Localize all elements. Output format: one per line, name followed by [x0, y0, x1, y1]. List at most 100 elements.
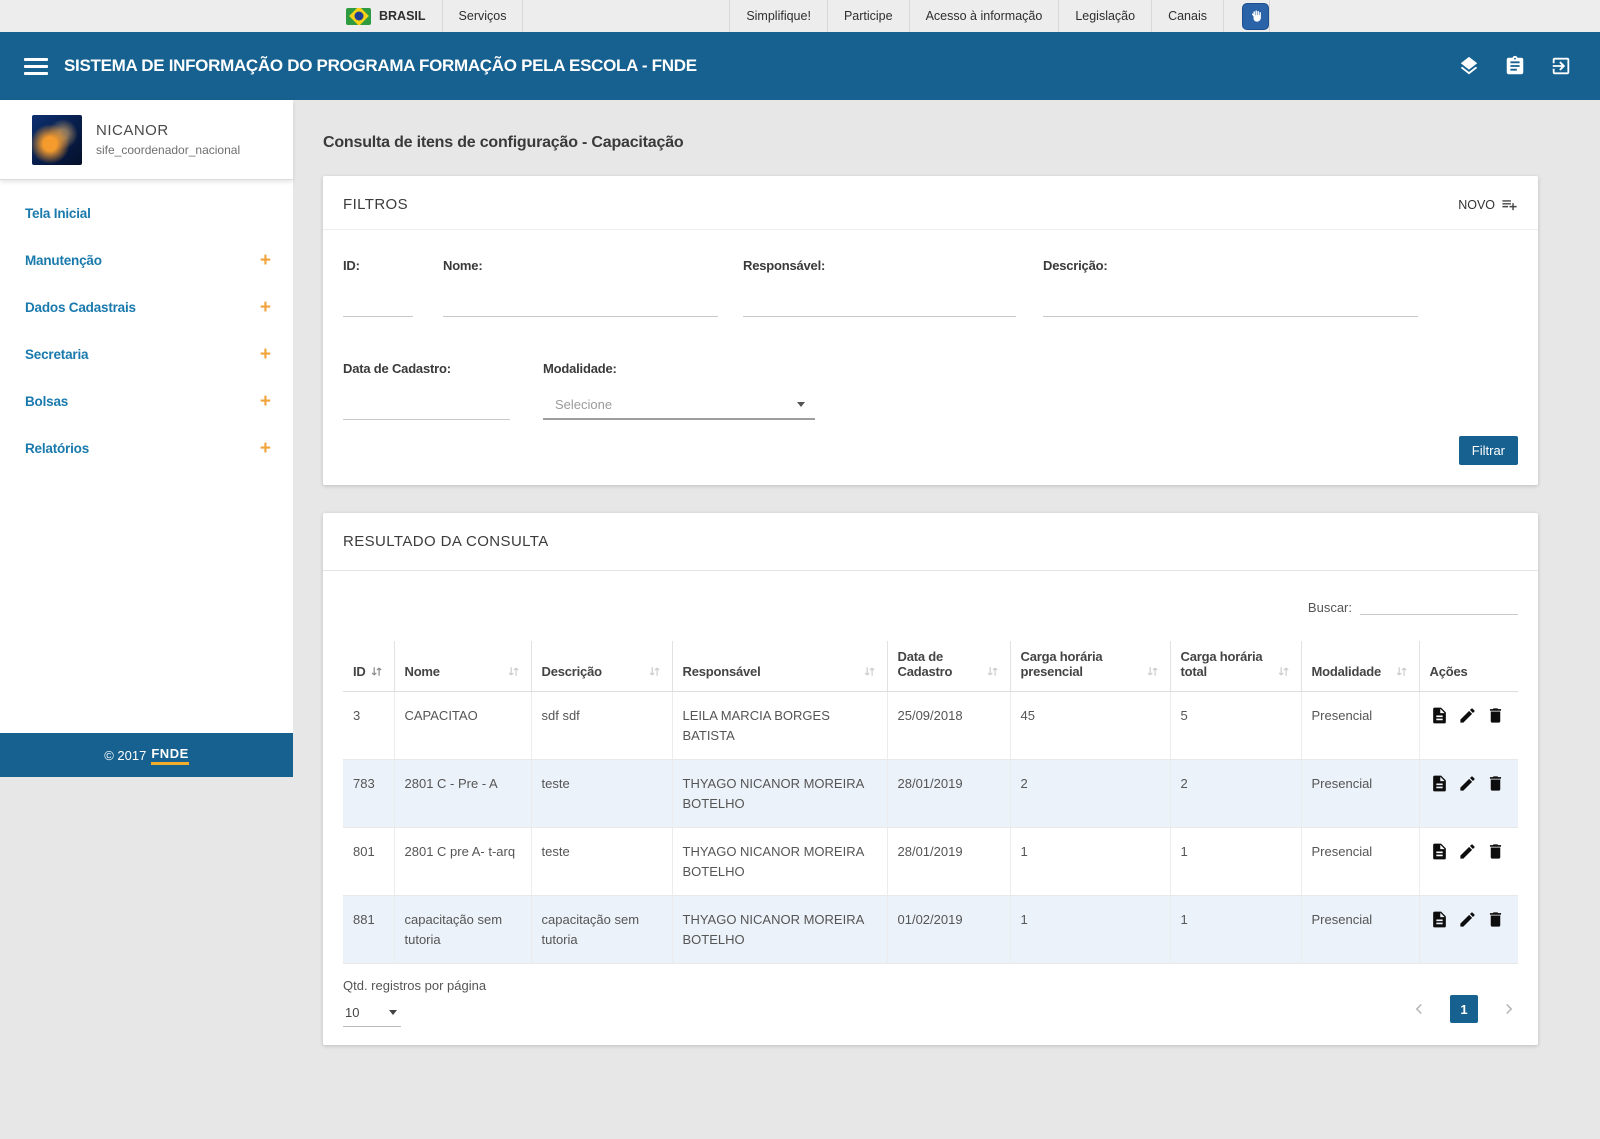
column-header-label: Responsável	[683, 664, 761, 679]
view-document-icon[interactable]	[1430, 910, 1449, 929]
id-input[interactable]	[343, 289, 413, 317]
modalidade-placeholder: Selecione	[555, 397, 612, 412]
view-document-icon[interactable]	[1430, 842, 1449, 861]
cell-data-cadastro: 28/01/2019	[887, 760, 1010, 828]
column-header-label: Nome	[405, 664, 440, 679]
gov-link-servicos[interactable]: Serviços	[442, 0, 523, 32]
delete-trash-icon[interactable]	[1486, 774, 1505, 793]
filters-panel: FILTROS NOVO ID: Nome:	[323, 176, 1538, 485]
sort-icon[interactable]	[370, 664, 384, 679]
edit-pencil-icon[interactable]	[1458, 774, 1477, 793]
copyright-text: © 2017	[104, 748, 146, 763]
gov-brand[interactable]: BRASIL	[330, 0, 442, 32]
modalidade-select[interactable]: Selecione	[543, 390, 815, 420]
sidebar-menu: Tela Inicial + Manutenção + Dados Cadast…	[0, 180, 293, 733]
table-row: 881 capacitação sem tutoria capacitação …	[343, 896, 1518, 964]
cell-carga-total: 2	[1170, 760, 1301, 828]
buscar-input[interactable]	[1360, 593, 1518, 615]
logout-icon[interactable]	[1550, 55, 1572, 77]
chevron-down-icon	[389, 1010, 397, 1015]
modalidade-label: Modalidade:	[543, 361, 815, 376]
edit-pencil-icon[interactable]	[1458, 842, 1477, 861]
plus-icon: +	[260, 348, 271, 362]
cell-carga-presencial: 2	[1010, 760, 1170, 828]
vlibras-hand-icon[interactable]	[1242, 3, 1269, 30]
layers-icon[interactable]	[1458, 55, 1480, 77]
main-content: Consulta de itens de configuração - Capa…	[293, 100, 1600, 1139]
gov-link[interactable]: Canais	[1151, 0, 1223, 32]
cell-data-cadastro: 01/02/2019	[887, 896, 1010, 964]
cell-id: 801	[343, 828, 394, 896]
sidebar: NICANOR sife_coordenador_nacional Tela I…	[0, 100, 293, 1139]
view-document-icon[interactable]	[1430, 774, 1449, 793]
app-header: SISTEMA DE INFORMAÇÃO DO PROGRAMA FORMAÇ…	[0, 32, 1600, 100]
sidebar-item[interactable]: Secretaria +	[0, 331, 293, 378]
edit-pencil-icon[interactable]	[1458, 706, 1477, 725]
column-header-label: Descrição	[542, 664, 602, 679]
gov-link[interactable]: Simplifique!	[729, 0, 827, 32]
cell-carga-total: 5	[1170, 692, 1301, 760]
sidebar-item[interactable]: Tela Inicial +	[0, 190, 293, 237]
column-header[interactable]: Ações	[1419, 641, 1518, 692]
descricao-input[interactable]	[1043, 289, 1418, 317]
page-number-current[interactable]: 1	[1450, 995, 1478, 1023]
column-header[interactable]: Descrição	[531, 641, 672, 692]
chevron-down-icon	[797, 402, 805, 407]
sidebar-item-label: Secretaria	[25, 347, 88, 362]
nome-input[interactable]	[443, 289, 718, 317]
delete-trash-icon[interactable]	[1486, 842, 1505, 861]
table-row: 3 CAPACITAO sdf sdf LEILA MARCIA BORGES …	[343, 692, 1518, 760]
data-cadastro-label: Data de Cadastro:	[343, 361, 510, 376]
novo-button[interactable]: NOVO	[1458, 196, 1518, 213]
gov-link[interactable]: Legislação	[1058, 0, 1151, 32]
column-header[interactable]: Data de Cadastro	[887, 641, 1010, 692]
chevron-right-icon[interactable]	[1500, 1000, 1518, 1018]
sort-icon[interactable]	[863, 664, 877, 679]
sort-icon[interactable]	[648, 664, 662, 679]
delete-trash-icon[interactable]	[1486, 706, 1505, 725]
delete-trash-icon[interactable]	[1486, 910, 1505, 929]
brazil-flag-icon	[346, 8, 371, 25]
sort-icon[interactable]	[507, 664, 521, 679]
gov-accessibility	[1223, 0, 1270, 32]
cell-descricao: capacitação sem tutoria	[531, 896, 672, 964]
results-panel: RESULTADO DA CONSULTA Buscar:	[323, 513, 1538, 1045]
responsavel-input[interactable]	[743, 289, 1016, 317]
sort-icon[interactable]	[986, 664, 1000, 679]
gov-links: Simplifique! Participe Acesso à informaç…	[729, 0, 1223, 32]
user-name: NICANOR	[96, 122, 240, 139]
sort-icon[interactable]	[1146, 664, 1160, 679]
sidebar-item-label: Manutenção	[25, 253, 102, 268]
chevron-left-icon[interactable]	[1410, 1000, 1428, 1018]
gov-link[interactable]: Acesso à informação	[909, 0, 1059, 32]
edit-pencil-icon[interactable]	[1458, 910, 1477, 929]
sidebar-item-label: Relatórios	[25, 441, 89, 456]
clipboard-icon[interactable]	[1504, 55, 1526, 77]
sort-icon[interactable]	[1277, 664, 1291, 679]
column-header[interactable]: Nome	[394, 641, 531, 692]
plus-icon: +	[260, 395, 271, 409]
cell-nome: CAPACITAO	[394, 692, 531, 760]
column-header[interactable]: ID	[343, 641, 394, 692]
menu-hamburger-icon[interactable]	[24, 54, 48, 78]
column-header[interactable]: Carga horária presencial	[1010, 641, 1170, 692]
fnde-link[interactable]: FNDE	[151, 746, 188, 765]
column-header[interactable]: Modalidade	[1301, 641, 1419, 692]
sidebar-item[interactable]: Bolsas +	[0, 378, 293, 425]
column-header[interactable]: Responsável	[672, 641, 887, 692]
gov-link[interactable]: Participe	[827, 0, 909, 32]
cell-carga-total: 1	[1170, 828, 1301, 896]
cell-descricao: teste	[531, 828, 672, 896]
results-title: RESULTADO DA CONSULTA	[343, 533, 549, 550]
sidebar-item[interactable]: Relatórios +	[0, 425, 293, 472]
sidebar-item[interactable]: Manutenção +	[0, 237, 293, 284]
per-page-select[interactable]: 10	[343, 1005, 401, 1027]
data-cadastro-input[interactable]	[343, 392, 510, 420]
sort-icon[interactable]	[1395, 664, 1409, 679]
column-header-label: ID	[353, 664, 366, 679]
buscar-label: Buscar:	[1308, 600, 1352, 615]
sidebar-item[interactable]: Dados Cadastrais +	[0, 284, 293, 331]
filtrar-button[interactable]: Filtrar	[1459, 436, 1518, 465]
view-document-icon[interactable]	[1430, 706, 1449, 725]
column-header[interactable]: Carga horária total	[1170, 641, 1301, 692]
